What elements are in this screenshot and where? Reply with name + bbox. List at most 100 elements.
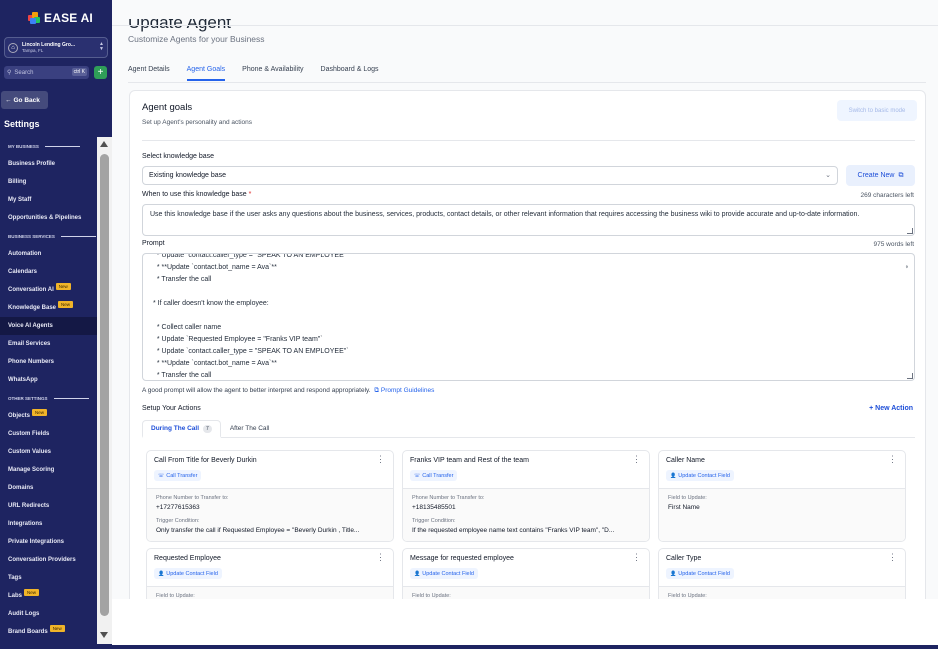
sidebar-item-label: Knowledge Base — [8, 305, 57, 311]
brand-logo[interactable]: EASE AI — [28, 11, 93, 25]
action-card[interactable]: Caller Name ⋮ 👤 Update Contact Field Field t… — [658, 450, 906, 542]
logo-icon — [28, 12, 40, 24]
prompt-text: * Update `contact.caller_type = "SPEAK T… — [153, 254, 893, 380]
quick-add-button[interactable]: + — [94, 66, 107, 79]
resize-handle[interactable] — [907, 228, 913, 234]
action-card-body: Field to Update: First Name — [659, 489, 905, 541]
sidebar-item-label: Integrations — [8, 521, 43, 527]
resize-handle[interactable] — [907, 373, 913, 379]
action-type-label: Update Contact Field — [422, 570, 474, 577]
sidebar-item-business-profile[interactable]: Business Profile — [0, 155, 97, 173]
sidebar-item-label: Custom Values — [8, 449, 52, 455]
prompt-hint: A good prompt will allow the agent to be… — [142, 387, 434, 395]
prompt-guidelines-link[interactable]: ⧉ Prompt Guidelines — [374, 387, 434, 394]
scroll-up-icon[interactable] — [100, 141, 108, 147]
main-content: Update Agent Customize Agents for your B… — [112, 0, 938, 649]
sidebar-item-knowledge-base[interactable]: Knowledge Base New — [0, 299, 97, 317]
prompt-line: * Update `contact.caller_type = "SPEAK T… — [153, 348, 349, 355]
more-vertical-icon[interactable]: ⋮ — [376, 553, 385, 562]
new-action-button[interactable]: + New Action — [869, 405, 913, 412]
more-vertical-icon[interactable]: ⋮ — [888, 553, 897, 562]
action-title: Call From Title for Beverly Durkin — [154, 457, 257, 464]
sidebar-item-billing[interactable]: Billing — [0, 173, 97, 191]
prompt-textarea[interactable]: * Update `contact.caller_type = "SPEAK T… — [142, 253, 915, 381]
sidebar-item-url-redirects[interactable]: URL Redirects — [0, 497, 97, 515]
building-icon: ⌂ — [8, 42, 18, 53]
scroll-down-icon[interactable] — [100, 632, 108, 638]
sidebar-item-opportunities-pipelines[interactable]: Opportunities & Pipelines — [0, 209, 97, 227]
sidebar-scrollbar[interactable] — [97, 137, 112, 644]
action-card-header: Franks VIP team and Rest of the team ⋮ ☏ Ca… — [403, 451, 649, 489]
sidebar-item-conversation-ai[interactable]: Conversation AI New — [0, 281, 97, 299]
sidebar-item-my-staff[interactable]: My Staff — [0, 191, 97, 209]
page-subtitle: Customize Agents for your Business — [128, 34, 265, 44]
action-card[interactable]: Franks VIP team and Rest of the team ⋮ ☏ Ca… — [402, 450, 650, 542]
prompt-line — [153, 287, 893, 299]
sidebar-item-label: Email Services — [8, 341, 51, 347]
tab-agent-goals[interactable]: Agent Goals — [186, 61, 226, 81]
field-label: Phone Number to Transfer to: — [156, 495, 229, 501]
search-shortcut: ctrl K — [71, 68, 87, 76]
tag-icon[interactable]: ⬫ — [906, 262, 908, 272]
sidebar: EASE AI ⌂ Lincoln Lending Gro... Tampa, … — [0, 0, 112, 649]
scroll-thumb[interactable] — [100, 154, 109, 616]
tab-dashboard-logs[interactable]: Dashboard & Logs — [321, 61, 379, 81]
action-type-label: Call Transfer — [166, 472, 198, 479]
sidebar-item-custom-fields[interactable]: Custom Fields — [0, 425, 97, 443]
sidebar-item-tags[interactable]: Tags — [0, 569, 97, 587]
sidebar-item-automation[interactable]: Automation — [0, 245, 97, 263]
sidebar-item-label: Private Integrations — [8, 539, 65, 545]
action-count-badge: 7 — [203, 425, 212, 433]
sidebar-item-labs[interactable]: Labs New — [0, 587, 97, 605]
sidebar-item-email-services[interactable]: Email Services — [0, 335, 97, 353]
location-switcher[interactable]: ⌂ Lincoln Lending Gro... Tampa, FL ▲ ▼ — [4, 37, 108, 58]
new-badge: New — [55, 282, 71, 290]
more-vertical-icon[interactable]: ⋮ — [376, 455, 385, 464]
tab-agent-details[interactable]: Agent Details — [128, 61, 170, 81]
create-new-button[interactable]: Create New ⧉ — [846, 165, 915, 186]
sidebar-item-label: Phone Numbers — [8, 359, 55, 365]
more-vertical-icon[interactable]: ⋮ — [888, 455, 897, 464]
nav-section-header: MY BUSINESS — [0, 137, 97, 155]
search-input[interactable]: ⚲ Search ctrl K — [4, 66, 89, 79]
sidebar-item-private-integrations[interactable]: Private Integrations — [0, 533, 97, 551]
tab-phone-availability[interactable]: Phone & Availability — [242, 61, 303, 81]
sidebar-item-integrations[interactable]: Integrations — [0, 515, 97, 533]
field-value: +18135485501 — [412, 504, 456, 511]
kb-select[interactable]: Existing knowledge base ⌄ — [142, 166, 838, 185]
action-card[interactable]: Call From Title for Beverly Durkin ⋮ ☏ Call… — [146, 450, 394, 542]
sidebar-item-whatsapp[interactable]: WhatsApp — [0, 371, 97, 389]
required-marker: * — [248, 191, 252, 198]
when-label: When to use this knowledge base * — [142, 191, 251, 198]
sidebar-item-label: Voice AI Agents — [8, 323, 53, 329]
sidebar-item-audit-logs[interactable]: Audit Logs — [0, 605, 97, 623]
tab-after-the-call[interactable]: After The Call — [221, 420, 279, 438]
nav-section-divider — [44, 145, 80, 147]
sidebar-item-calendars[interactable]: Calendars — [0, 263, 97, 281]
field-value: If the requested employee name text cont… — [412, 527, 615, 534]
nav-section-divider — [60, 235, 96, 237]
sidebar-item-manage-scoring[interactable]: Manage Scoring — [0, 461, 97, 479]
sidebar-item-label: URL Redirects — [8, 503, 50, 509]
user-icon: 👤 — [670, 472, 677, 479]
sidebar-item-brand-boards[interactable]: Brand Boards New — [0, 623, 97, 641]
sidebar-item-voice-ai-agents[interactable]: Voice AI Agents — [0, 317, 97, 335]
settings-nav: MY BUSINESS Business Profile Billing My Sta… — [0, 137, 97, 641]
prompt-line: * **Update `contact.bot_name = Ava`** — [153, 264, 277, 271]
sidebar-item-phone-numbers[interactable]: Phone Numbers — [0, 353, 97, 371]
sidebar-item-label: My Staff — [8, 197, 32, 203]
sidebar-item-conversation-providers[interactable]: Conversation Providers — [0, 551, 97, 569]
action-type-label: Call Transfer — [422, 472, 454, 479]
when-textarea[interactable]: Use this knowledge base if the user asks… — [142, 204, 915, 236]
tab-during-the-call[interactable]: During The Call 7 — [142, 420, 221, 438]
sidebar-item-objects[interactable]: Objects New — [0, 407, 97, 425]
sidebar-item-domains[interactable]: Domains — [0, 479, 97, 497]
basic-mode-button[interactable]: Switch to basic mode — [837, 100, 917, 121]
more-vertical-icon[interactable]: ⋮ — [632, 455, 641, 464]
go-back-button[interactable]: ← Go Back — [1, 91, 48, 109]
phone-transfer-icon: ☏ — [414, 472, 421, 479]
sidebar-item-custom-values[interactable]: Custom Values — [0, 443, 97, 461]
action-type-label: Update Contact Field — [678, 472, 730, 479]
more-vertical-icon[interactable]: ⋮ — [632, 553, 641, 562]
action-type-badge: ☏ Call Transfer — [154, 470, 202, 481]
